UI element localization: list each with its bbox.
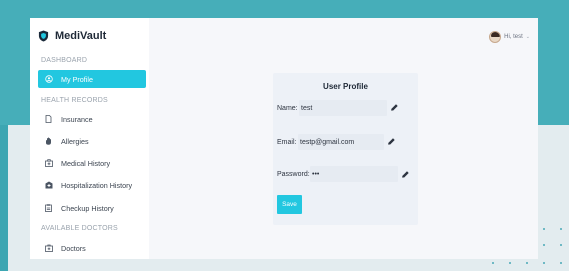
sidebar-item-label: Medical History xyxy=(61,158,111,168)
sidebar-item-label: Allergies xyxy=(61,136,89,146)
password-label: Password: xyxy=(277,170,310,178)
sidebar-item-label: My Profile xyxy=(61,74,93,84)
pencil-icon[interactable] xyxy=(390,103,399,112)
sidebar-item-checkup-history[interactable]: Checkup History xyxy=(38,199,146,217)
user-greeting: Hi, test xyxy=(504,34,523,40)
clipboard-icon xyxy=(44,204,53,213)
name-label: Name: xyxy=(277,104,298,112)
hand-icon xyxy=(44,137,53,146)
chevron-down-icon: ⌄ xyxy=(525,34,530,40)
sidebar-item-doctors[interactable]: Doctors xyxy=(38,239,146,257)
sidebar-item-label: Checkup History xyxy=(61,203,114,213)
app-window: MediVault DASHBOARD My Profile HEALTH RE… xyxy=(30,18,538,259)
sidebar-item-label: Doctors xyxy=(61,243,86,253)
section-label-dashboard: DASHBOARD xyxy=(41,57,88,64)
user-circle-icon xyxy=(44,75,53,84)
sidebar: MediVault DASHBOARD My Profile HEALTH RE… xyxy=(30,18,149,259)
medical-kit-icon xyxy=(44,159,53,168)
card-title: User Profile xyxy=(323,82,368,91)
email-field[interactable]: testp@gmail.com xyxy=(298,134,384,150)
save-button[interactable]: Save xyxy=(277,195,302,214)
brand-name: MediVault xyxy=(55,30,107,42)
sidebar-item-label: Insurance xyxy=(61,114,93,124)
user-profile-card: User Profile Name: test Email: testp@gma… xyxy=(273,73,418,225)
avatar xyxy=(489,31,502,43)
main-content: Hi, test ⌄ User Profile Name: test Email… xyxy=(149,18,538,259)
email-row: Email: testp@gmail.com xyxy=(273,134,418,150)
section-label-health-records: HEALTH RECORDS xyxy=(41,97,108,104)
name-row: Name: test xyxy=(273,100,418,116)
medical-bag-icon xyxy=(44,244,53,253)
user-menu[interactable]: Hi, test ⌄ xyxy=(489,31,530,43)
email-label: Email: xyxy=(277,138,297,146)
background-edge xyxy=(0,125,8,271)
sidebar-item-insurance[interactable]: Insurance xyxy=(38,110,146,128)
password-field[interactable]: ••• xyxy=(310,166,398,182)
brand-logo[interactable]: MediVault xyxy=(38,30,106,42)
sidebar-item-medical-history[interactable]: Medical History xyxy=(38,154,146,172)
pencil-icon[interactable] xyxy=(387,137,396,146)
sidebar-item-my-profile[interactable]: My Profile xyxy=(38,70,146,88)
shield-icon xyxy=(38,30,49,42)
document-icon xyxy=(44,115,53,124)
sidebar-item-label: Hospitalization History xyxy=(61,180,133,190)
section-label-available-doctors: AVAILABLE DOCTORS xyxy=(41,225,118,232)
name-field[interactable]: test xyxy=(299,100,387,116)
password-row: Password: ••• xyxy=(273,166,418,182)
pencil-icon[interactable] xyxy=(401,170,410,179)
sidebar-item-allergies[interactable]: Allergies xyxy=(38,132,146,150)
sidebar-item-hospitalization-history[interactable]: Hospitalization History xyxy=(38,176,146,194)
hospital-icon xyxy=(44,181,53,190)
